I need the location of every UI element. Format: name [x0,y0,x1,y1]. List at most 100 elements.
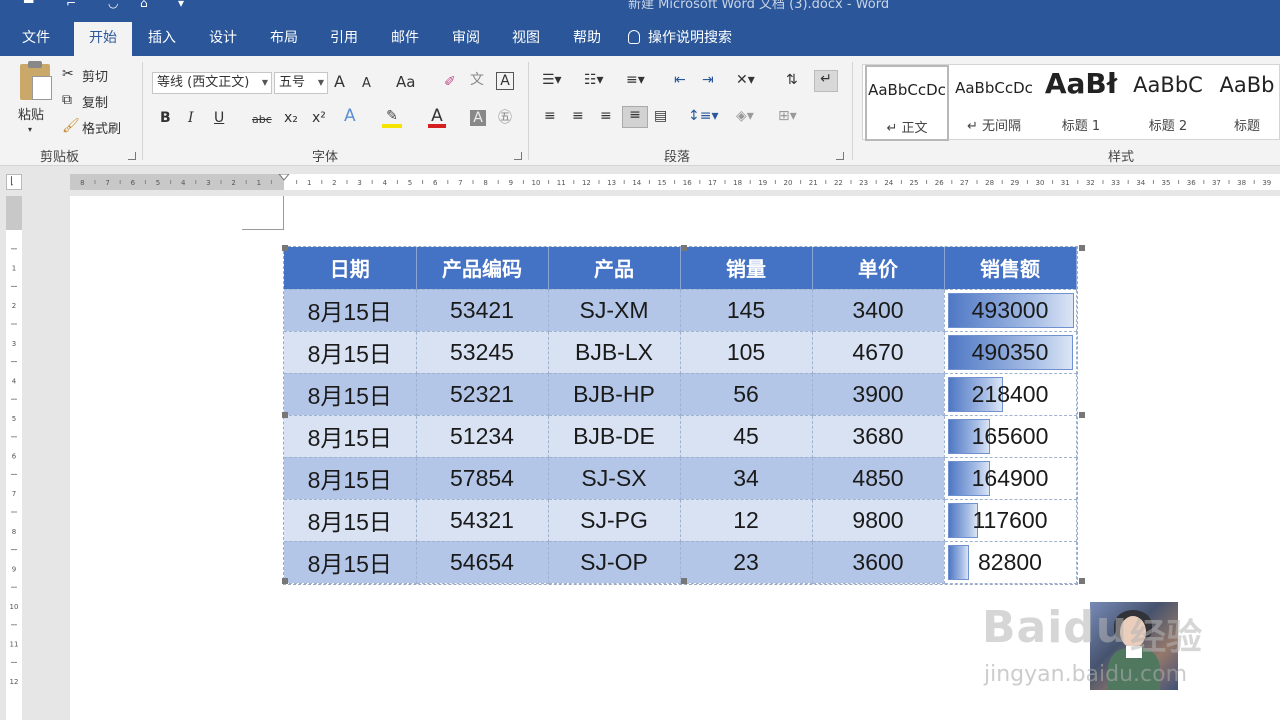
selection-handle[interactable] [681,578,687,584]
tab-file[interactable]: 文件 [14,20,58,56]
table-cell[interactable]: 490350 [944,331,1077,374]
change-case-icon[interactable]: Aa [396,74,415,90]
line-spacing-icon[interactable]: ↕≡▾ [688,108,719,124]
grow-font-icon[interactable]: A [334,74,345,90]
italic-icon[interactable]: I [188,110,194,126]
undo-icon[interactable]: ⌐ [66,0,76,9]
print-preview-icon[interactable]: ⌂ [140,0,148,9]
table-cell[interactable]: 8月15日 [284,373,417,416]
superscript-icon[interactable]: x² [312,110,326,126]
chinese-layout-icon[interactable]: ✕▾ [736,72,755,88]
selection-handle[interactable] [1079,245,1085,251]
tab-help[interactable]: 帮助 [564,20,610,56]
save-icon[interactable]: ▀ [24,0,33,9]
column-header[interactable]: 销量 [680,247,813,290]
align-center-icon[interactable]: ≡ [572,108,584,124]
style-heading-2[interactable]: AaBbC 标题 2 [1125,65,1211,141]
table-cell[interactable]: SJ-OP [548,541,681,584]
clipboard-launcher-icon[interactable] [128,152,136,160]
table-cell[interactable]: 8月15日 [284,289,417,332]
table-cell[interactable]: BJB-DE [548,415,681,458]
table-cell[interactable]: SJ-SX [548,457,681,500]
table-cell[interactable]: 53245 [416,331,549,374]
clear-formatting-icon[interactable]: ✐ [444,74,456,90]
table-cell[interactable]: 8月15日 [284,541,417,584]
tab-mailings[interactable]: 邮件 [382,20,428,56]
table-move-handle[interactable] [282,245,288,251]
font-size-dropdown[interactable]: 五号 ▼ [274,72,328,94]
sort-icon[interactable]: ⇅ [786,72,798,88]
table-cell[interactable]: 218400 [944,373,1077,416]
shading-icon[interactable]: ◈▾ [736,108,754,124]
table-cell[interactable]: 493000 [944,289,1077,332]
table-cell[interactable]: 9800 [812,499,945,542]
table-cell[interactable]: 12 [680,499,813,542]
table-cell[interactable]: 4850 [812,457,945,500]
align-left-icon[interactable]: ≡ [544,108,556,124]
table-cell[interactable]: 3600 [812,541,945,584]
table-cell[interactable]: SJ-PG [548,499,681,542]
style-title[interactable]: AaBb 标题 [1213,65,1280,141]
enclosed-char-icon[interactable]: ㊄ [498,110,512,126]
column-header[interactable]: 日期 [284,247,417,290]
selection-handle[interactable] [282,412,288,418]
tab-layout[interactable]: 布局 [262,20,306,56]
borders-icon[interactable]: ⊞▾ [778,108,797,124]
table-cell[interactable]: 165600 [944,415,1077,458]
table-cell[interactable]: 105 [680,331,813,374]
table-cell[interactable]: 56 [680,373,813,416]
underline-icon[interactable]: U [214,110,224,126]
selection-handle[interactable] [1079,412,1085,418]
numbering-icon[interactable]: ☷▾ [584,72,604,88]
multilevel-list-icon[interactable]: ≡▾ [626,72,645,88]
column-header[interactable]: 销售额 [944,247,1077,290]
selection-handle[interactable] [681,245,687,251]
char-border-icon[interactable]: A [496,72,514,90]
table-cell[interactable]: 82800 [944,541,1077,584]
strikethrough-icon[interactable]: abc [252,112,272,128]
style-normal[interactable]: AaBbCcDc ↵ 正文 [865,65,949,141]
vertical-ruler[interactable]: 1 2 3 4 5 6 7 8 9 10 11 12 [6,196,22,720]
table-cell[interactable]: 117600 [944,499,1077,542]
distributed-icon[interactable]: ▤ [654,108,667,124]
table-cell[interactable]: 8月15日 [284,331,417,374]
tab-design[interactable]: 设计 [200,20,246,56]
table-cell[interactable]: 164900 [944,457,1077,500]
font-name-dropdown[interactable]: 等线 (西文正文) ▼ [152,72,272,94]
table-cell[interactable]: 8月15日 [284,499,417,542]
table-cell[interactable]: 57854 [416,457,549,500]
customize-qat-icon[interactable]: ▾ [178,0,184,9]
column-header[interactable]: 单价 [812,247,945,290]
table-cell[interactable]: 145 [680,289,813,332]
bullets-icon[interactable]: ☰▾ [542,72,562,88]
table-cell[interactable]: 54321 [416,499,549,542]
shrink-font-icon[interactable]: A [362,76,371,92]
table-cell[interactable]: 52321 [416,373,549,416]
table-cell[interactable]: 3680 [812,415,945,458]
table-cell[interactable]: 23 [680,541,813,584]
tab-stop-selector[interactable]: ⌊ [6,174,22,190]
tab-insert[interactable]: 插入 [140,20,184,56]
tab-view[interactable]: 视图 [504,20,548,56]
bold-icon[interactable]: B [160,110,171,126]
tell-me-search[interactable]: 操作说明搜索 [628,20,758,56]
selection-handle[interactable] [282,578,288,584]
redo-icon[interactable]: ◡ [108,0,118,9]
table-cell[interactable]: 8月15日 [284,415,417,458]
font-color-icon[interactable]: A [428,108,446,128]
horizontal-ruler[interactable]: 8 7 6 5 4 3 2 1 1 2 3 4 5 6 7 8 9 10 11 12 13 14 15 16 17 18 19 20 2… [70,174,1280,190]
table-cell[interactable]: 34 [680,457,813,500]
table-cell[interactable]: 3400 [812,289,945,332]
text-effects-icon[interactable]: A [344,108,356,125]
column-header[interactable]: 产品编码 [416,247,549,290]
table-cell[interactable]: 45 [680,415,813,458]
table-cell[interactable]: 4670 [812,331,945,374]
first-line-indent-marker[interactable] [278,174,290,181]
table-cell[interactable]: BJB-HP [548,373,681,416]
paste-dropdown-icon[interactable]: ▾ [28,122,32,138]
subscript-icon[interactable]: x₂ [284,110,298,126]
align-right-icon[interactable]: ≡ [600,108,612,124]
tab-review[interactable]: 审阅 [444,20,488,56]
column-header[interactable]: 产品 [548,247,681,290]
increase-indent-icon[interactable]: ⇥ [702,72,714,88]
